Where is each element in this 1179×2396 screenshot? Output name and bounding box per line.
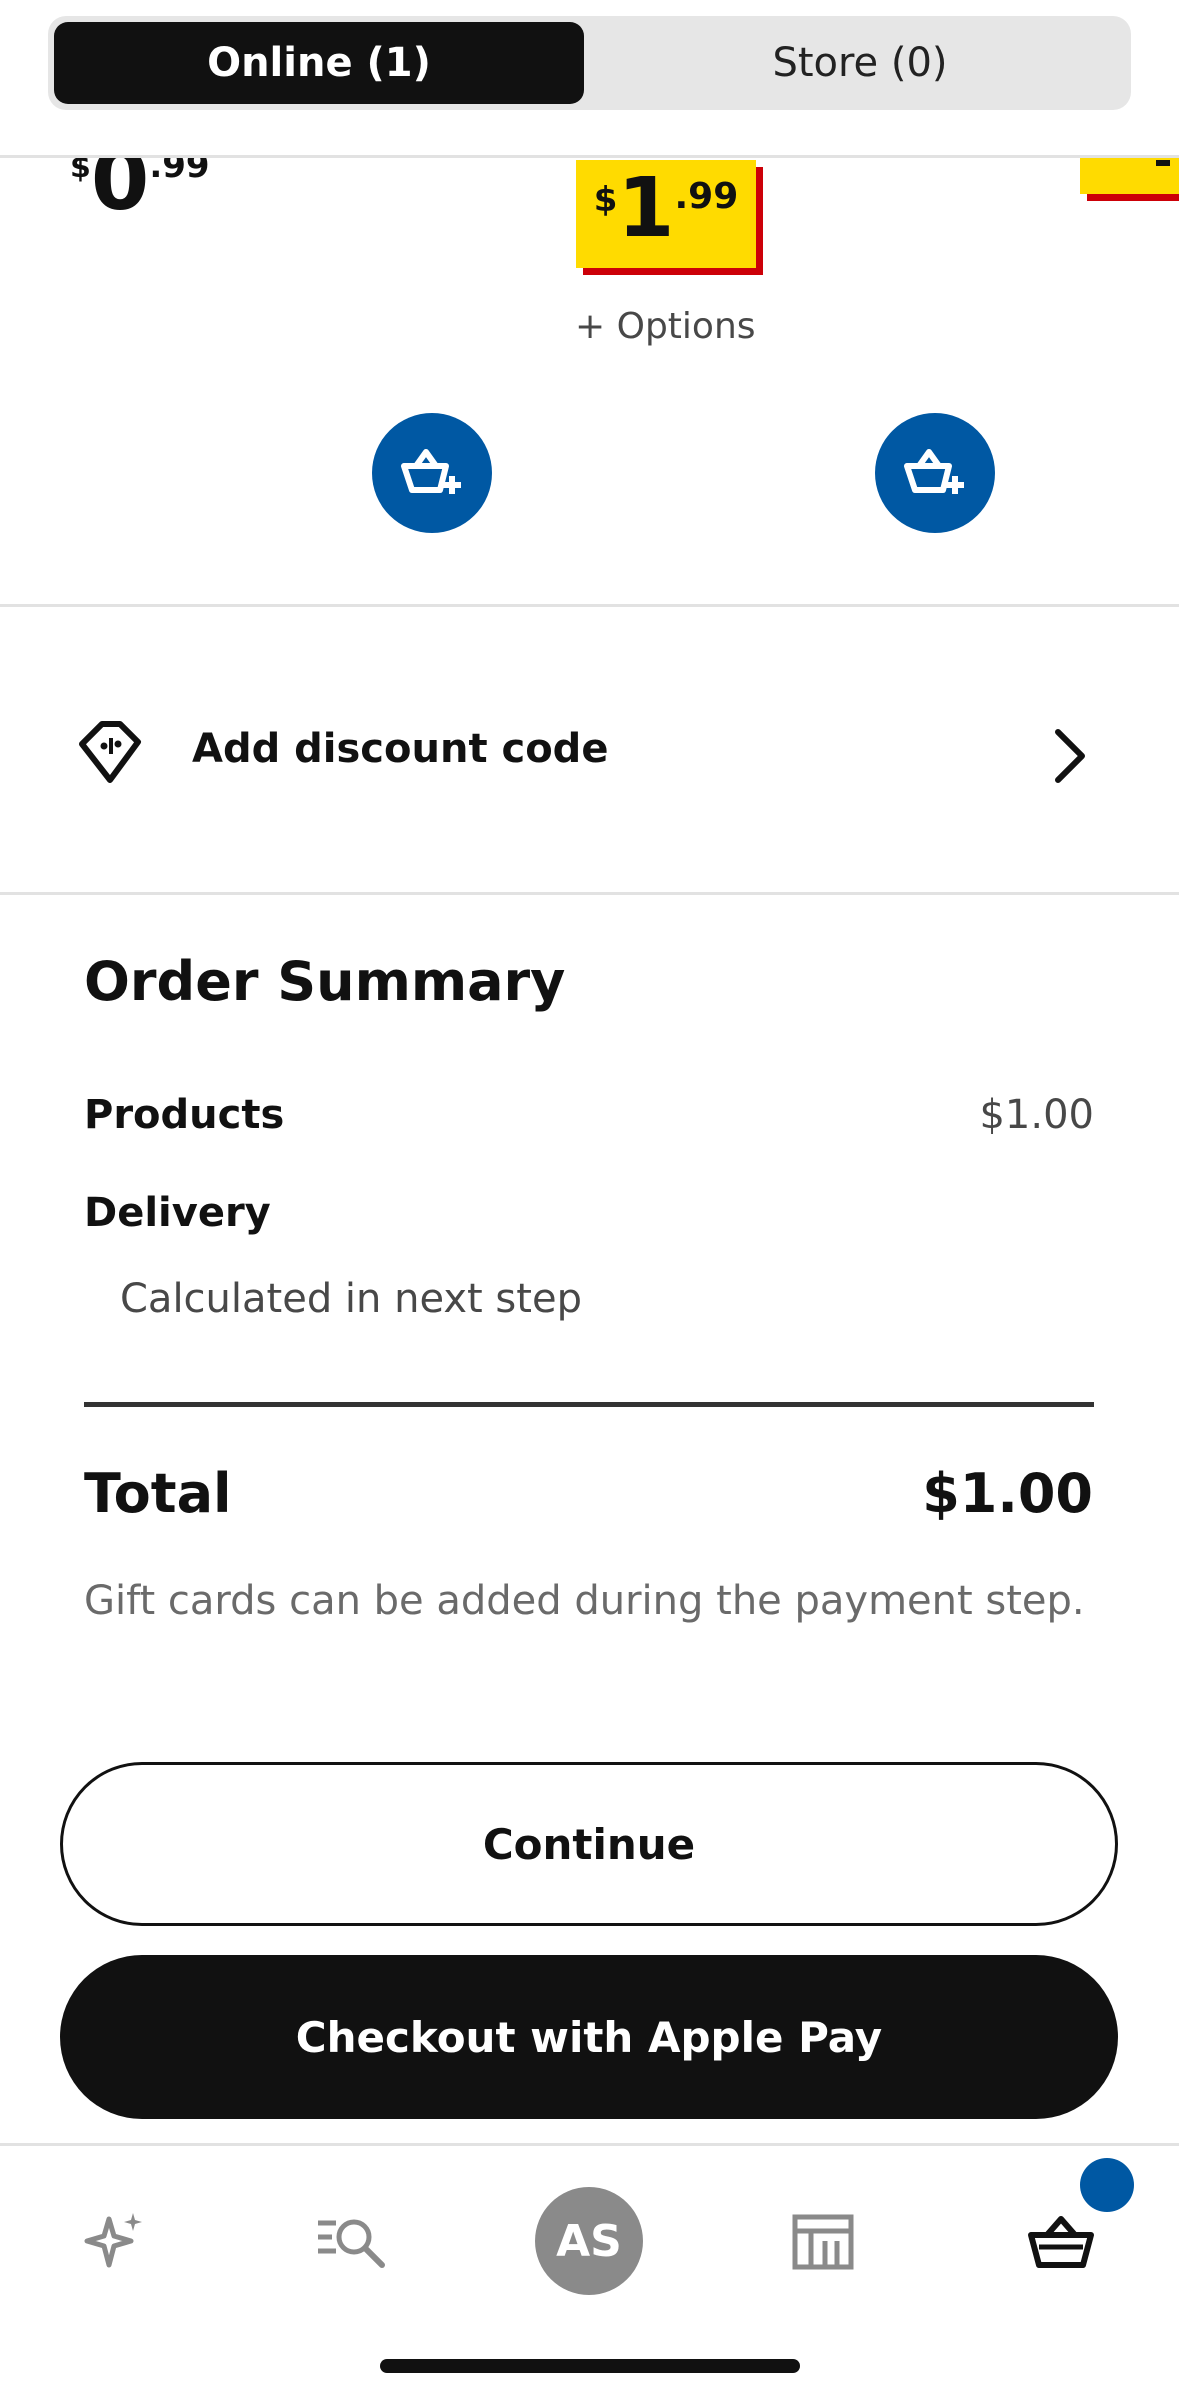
delivery-label: Delivery [84, 1190, 271, 1236]
section-divider [0, 604, 1179, 607]
price-integer: 1 [617, 161, 675, 256]
delivery-note: Calculated in next step [120, 1276, 582, 1322]
product-options-link[interactable]: + Options [575, 306, 756, 347]
gift-card-note: Gift cards can be added during the payme… [84, 1578, 1085, 1624]
section-divider [0, 892, 1179, 895]
total-divider [84, 1402, 1094, 1407]
cart-tabs-header: Online (1) Store (0) [0, 0, 1179, 158]
sparkle-icon [84, 2213, 142, 2268]
basket-icon [1028, 2216, 1094, 2268]
basket-badge [1080, 2158, 1134, 2212]
search-list-icon [318, 2219, 385, 2268]
nav-stores[interactable] [768, 2186, 878, 2296]
total-value: $1.00 [922, 1462, 1093, 1525]
tab-online[interactable]: Online (1) [54, 22, 584, 104]
nav-search[interactable] [297, 2186, 407, 2296]
continue-button[interactable]: Continue [60, 1762, 1118, 1926]
add-to-basket-icon [401, 449, 461, 494]
product-price-2-tag: $ 1 .99 [576, 160, 756, 268]
home-indicator [380, 2359, 800, 2373]
nav-inspiration[interactable] [60, 2186, 170, 2296]
discount-tag-icon [79, 721, 141, 783]
price-tag-fragment [1156, 160, 1170, 166]
discount-label: Add discount code [192, 726, 609, 772]
tab-store[interactable]: Store (0) [595, 22, 1125, 104]
total-label: Total [84, 1462, 232, 1525]
add-discount-code-row[interactable]: Add discount code [0, 608, 1179, 892]
add-to-basket-icon [904, 449, 964, 494]
products-value: $1.00 [979, 1092, 1094, 1138]
segmented-control: Online (1) Store (0) [48, 16, 1131, 110]
nav-profile[interactable]: AS [534, 2186, 644, 2296]
chevron-right-icon [1055, 729, 1085, 783]
apple-pay-checkout-button[interactable]: Checkout with Apple Pay [60, 1955, 1118, 2119]
products-label: Products [84, 1092, 285, 1138]
price-decimal: .99 [674, 176, 739, 217]
bottom-navigation: AS [0, 2143, 1179, 2396]
order-summary-title: Order Summary [84, 950, 566, 1013]
price-currency: $ [593, 180, 618, 220]
add-to-cart-button[interactable] [875, 413, 995, 533]
add-to-cart-button[interactable] [372, 413, 492, 533]
store-icon [792, 2214, 854, 2270]
avatar: AS [535, 2187, 643, 2295]
